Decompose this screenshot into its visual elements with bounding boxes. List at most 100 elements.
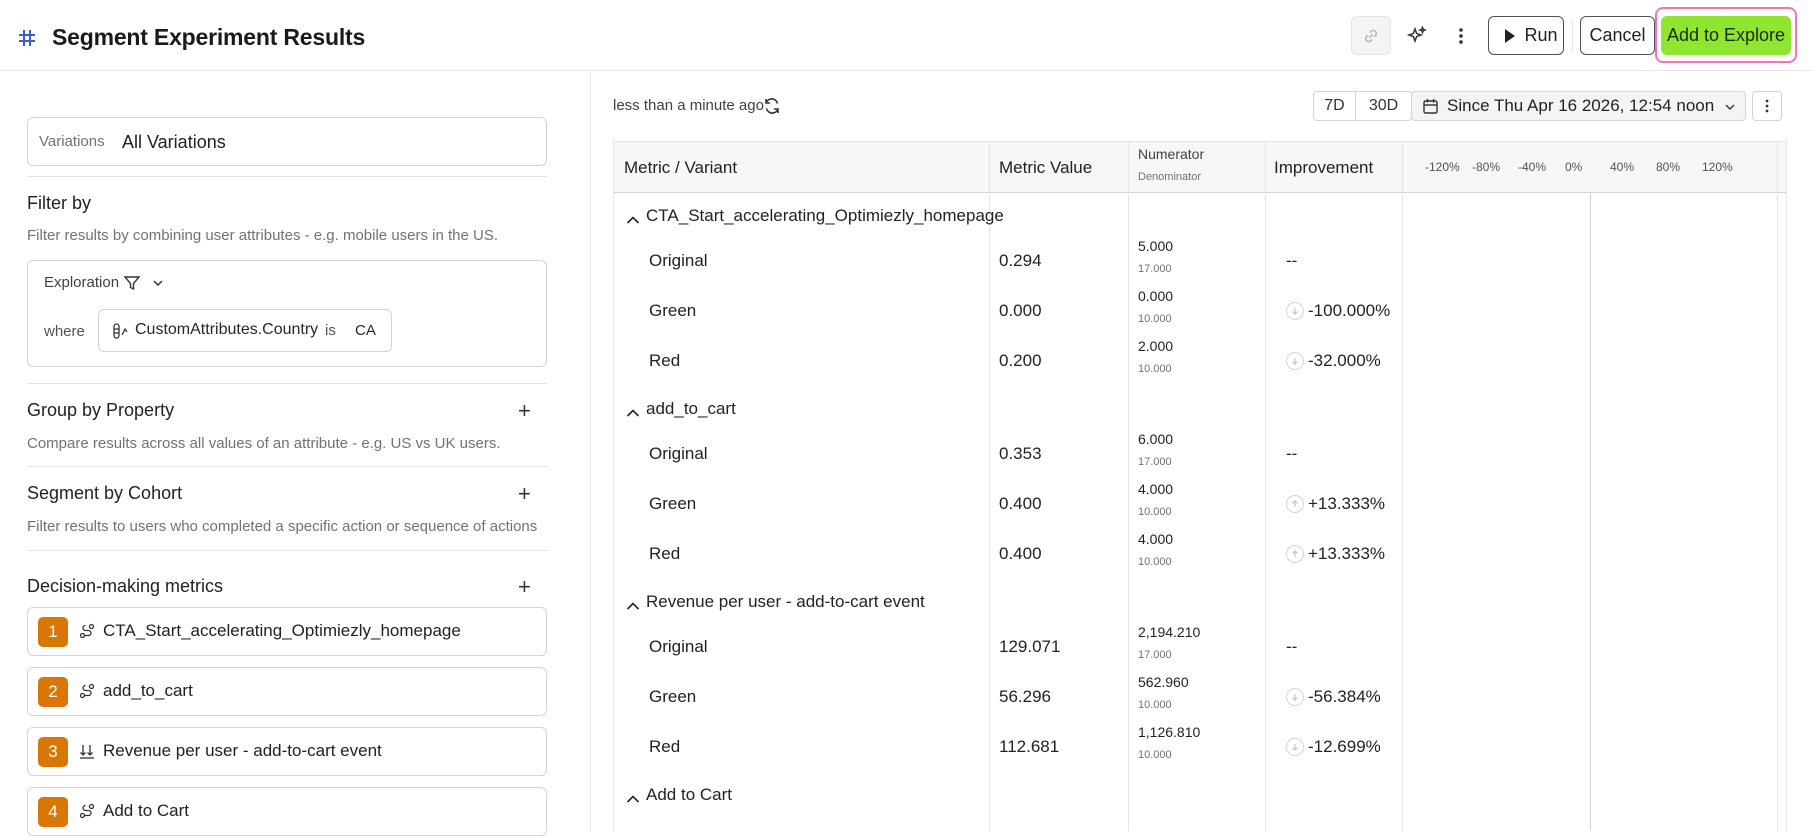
- filter-title: Filter by: [27, 193, 92, 213]
- numerator-value: 1,126.810: [1138, 724, 1201, 740]
- metric-number-badge: 4: [38, 797, 68, 827]
- table-row: Original 0.294 5.000 17.000 --: [614, 236, 1786, 286]
- improvement-cell: -12.699%: [1286, 737, 1381, 757]
- chevron-up-icon[interactable]: [626, 405, 640, 423]
- improvement-value: +13.333%: [1308, 544, 1386, 563]
- metric-name: CTA_Start_accelerating_Optimiezly_homepa…: [103, 621, 461, 640]
- filter-icon[interactable]: [123, 274, 141, 292]
- results-table: Metric / Variant Metric Value Numerator …: [613, 141, 1787, 831]
- metric-group-row[interactable]: Add to Cart: [614, 772, 989, 822]
- range-toggle: 7D 30D: [1313, 91, 1412, 121]
- chevron-up-icon[interactable]: [626, 791, 640, 809]
- variant-name: Original: [649, 444, 708, 463]
- variant-name: Original: [649, 251, 708, 270]
- improvement-cell: -100.000%: [1286, 301, 1390, 321]
- denominator-value: 10.000: [1138, 506, 1172, 518]
- chevron-up-icon[interactable]: [626, 598, 640, 616]
- axis-tick-label: -120%: [1425, 160, 1460, 174]
- chevron-up-icon[interactable]: [626, 212, 640, 230]
- col-denominator: Denominator: [1138, 171, 1201, 183]
- improvement-cell: --: [1286, 637, 1297, 657]
- ai-assist-button[interactable]: [1400, 16, 1434, 55]
- header-bar: Segment Experiment Results Run Cancel Ad…: [0, 0, 1812, 71]
- improvement-value: -12.699%: [1308, 737, 1381, 756]
- add-group-by-button[interactable]: +: [518, 400, 531, 422]
- variations-value: All Variations: [122, 132, 226, 152]
- col-improvement: Improvement: [1274, 158, 1374, 177]
- variant-name: Green: [649, 687, 697, 706]
- improvement-cell: --: [1286, 251, 1297, 271]
- table-options-button[interactable]: [1752, 91, 1782, 121]
- condition-operator: is: [325, 322, 336, 339]
- divider: [27, 176, 547, 177]
- divider: [27, 550, 547, 551]
- date-range-picker[interactable]: Since Thu Apr 16 2026, 12:54 noon: [1411, 91, 1746, 121]
- condition-attribute: CustomAttributes.Country: [135, 321, 319, 338]
- cohort-title: Segment by Cohort: [27, 483, 183, 503]
- table-row: Red 0.400 4.000 10.000 +13.333%: [614, 529, 1786, 579]
- axis-tick-label: 0%: [1565, 160, 1583, 174]
- metrics-title: Decision-making metrics: [27, 576, 224, 596]
- more-options-button[interactable]: [1444, 16, 1478, 55]
- run-button[interactable]: Run: [1488, 16, 1564, 55]
- add-to-explore-button[interactable]: Add to Explore: [1661, 16, 1791, 55]
- run-label: Run: [1524, 25, 1558, 45]
- improvement-value: -32.000%: [1308, 351, 1381, 370]
- col-numerator: Numerator: [1138, 146, 1205, 162]
- variant-name: Original: [649, 637, 708, 656]
- numerator-value: 6.000: [1138, 431, 1174, 447]
- attribute-icon: [113, 323, 128, 339]
- arrow-down-icon: [1286, 688, 1304, 706]
- metric-card[interactable]: 2 add_to_cart: [27, 667, 547, 716]
- filter-box: Exploration where CustomAttributes.Count…: [27, 260, 547, 367]
- sort-down-icon: [79, 743, 95, 764]
- variations-label: Variations: [39, 133, 105, 150]
- metric-name: Add to Cart: [103, 801, 189, 820]
- add-cohort-button[interactable]: +: [518, 483, 531, 505]
- numerator-value: 5.000: [1138, 238, 1174, 254]
- link-icon: [1364, 29, 1378, 42]
- metric-card[interactable]: 3 Revenue per user - add-to-cart event: [27, 727, 547, 776]
- denominator-value: 10.000: [1138, 749, 1172, 761]
- copy-link-button[interactable]: [1351, 16, 1391, 55]
- metric-value: 0.000: [999, 301, 1042, 320]
- denominator-value: 17.000: [1138, 456, 1172, 468]
- filter-condition[interactable]: CustomAttributes.Country is CA: [98, 309, 392, 352]
- range-7d-button[interactable]: 7D: [1314, 92, 1356, 120]
- chevron-down-icon[interactable]: [151, 276, 165, 290]
- metric-value: 0.353: [999, 444, 1042, 463]
- improvement-value: --: [1286, 637, 1298, 656]
- improvement-value: --: [1286, 444, 1298, 463]
- improvement-cell: +13.333%: [1286, 494, 1385, 514]
- table-row: Green 56.296 562.960 10.000 -56.384%: [614, 672, 1786, 722]
- cancel-button[interactable]: Cancel: [1580, 16, 1655, 55]
- numerator-value: 2,194.210: [1138, 624, 1201, 640]
- arrow-down-icon: [1286, 302, 1304, 320]
- metric-card[interactable]: 4 Add to Cart: [27, 787, 547, 836]
- axis-tick-label: 120%: [1702, 160, 1733, 174]
- metric-name: Revenue per user - add-to-cart event: [103, 741, 382, 760]
- axis-tick-label: -40%: [1518, 160, 1547, 174]
- table-row: Red 0.200 2.000 10.000 -32.000%: [614, 336, 1786, 386]
- numerator-value: 4.000: [1138, 481, 1174, 497]
- denominator-value: 10.000: [1138, 556, 1172, 568]
- exploration-label: Exploration: [44, 274, 120, 291]
- chevron-down-icon: [1725, 104, 1735, 110]
- range-30d-button[interactable]: 30D: [1356, 92, 1411, 120]
- arrow-down-icon: [1286, 738, 1304, 756]
- table-row: Original 0.353 6.000 17.000 --: [614, 429, 1786, 479]
- metric-group-name: Revenue per user - add-to-cart event: [646, 592, 925, 611]
- denominator-value: 10.000: [1138, 363, 1172, 375]
- variations-select[interactable]: Variations All Variations: [27, 117, 547, 166]
- metric-card[interactable]: 1 CTA_Start_accelerating_Optimiezly_homep…: [27, 607, 547, 656]
- arrow-up-icon: [1286, 495, 1304, 513]
- refresh-icon[interactable]: [762, 96, 782, 116]
- metric-value: 0.400: [999, 544, 1042, 563]
- numerator-value: 562.960: [1138, 674, 1189, 690]
- add-metric-button[interactable]: +: [518, 576, 531, 598]
- denominator-value: 10.000: [1138, 313, 1172, 325]
- denominator-value: 17.000: [1138, 263, 1172, 275]
- variant-name: Red: [649, 544, 681, 563]
- metric-value: 0.294: [999, 251, 1042, 270]
- metric-value: 0.400: [999, 494, 1042, 513]
